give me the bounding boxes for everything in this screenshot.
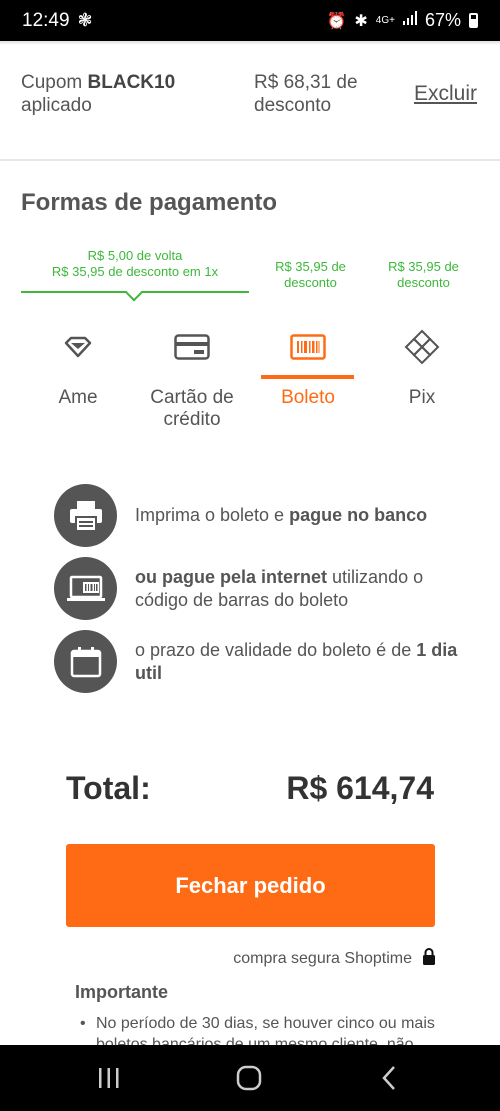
pix-icon — [366, 325, 478, 369]
alarm-icon: ⏰ — [326, 12, 347, 30]
place-order-button[interactable]: Fechar pedido — [66, 844, 435, 927]
info-text-plain: Imprima o boleto e — [135, 505, 290, 525]
credit-card-icon — [136, 325, 248, 369]
divider — [0, 41, 500, 45]
ame-promo: R$ 5,00 de volta R$ 35,95 de desconto em… — [21, 248, 249, 280]
info-row-internet: ou pague pela internet utilizando o códi… — [54, 557, 464, 620]
active-tab-indicator — [261, 375, 354, 379]
payment-methods-title: Formas de pagamento — [21, 189, 278, 216]
lock-icon — [422, 947, 436, 970]
pinwheel-icon: ❃ — [77, 10, 93, 30]
ame-cashback-text: R$ 5,00 de volta — [87, 248, 183, 263]
tab-label: Ame — [58, 387, 98, 408]
status-bar: 12:49 ❃ ⏰ ✱ 4G+ 67% — [0, 0, 500, 41]
laptop-barcode-icon — [54, 557, 117, 620]
calendar-icon — [54, 630, 117, 693]
recent-apps-icon — [99, 1068, 119, 1088]
important-title: Importante — [75, 982, 169, 1002]
coupon-discount: R$ 68,31 de desconto — [254, 72, 358, 116]
system-nav-bar — [0, 1045, 500, 1111]
coupon-section: Cupom BLACK10 aplicado R$ 68,31 de desco… — [0, 55, 500, 161]
info-text-plain: o prazo de validade do boleto é de — [135, 639, 417, 660]
coupon-prefix: Cupom — [21, 72, 83, 93]
info-row-validity: o prazo de validade do boleto é de 1 dia… — [54, 630, 464, 693]
tab-label: Pix — [408, 387, 436, 408]
secure-purchase-note: compra segura Shoptime — [233, 947, 436, 970]
tab-pix[interactable]: Pix — [366, 320, 478, 440]
coupon-code: BLACK10 — [87, 72, 176, 93]
back-icon — [382, 1066, 395, 1090]
secure-text: compra segura Shoptime — [233, 949, 412, 967]
ame-promo-caret — [125, 284, 143, 302]
home-button[interactable] — [209, 1045, 289, 1111]
tab-label: Cartão de crédito — [150, 387, 234, 430]
status-icons: ⏰ ✱ 4G+ 67% — [326, 10, 478, 31]
battery-percent: 67% — [424, 10, 461, 30]
info-text-bold: ou pague pela internet — [135, 566, 328, 587]
home-icon — [236, 1065, 262, 1091]
info-row-print: Imprima o boleto e pague no banco — [54, 484, 464, 547]
tab-ame[interactable]: Ame — [22, 320, 134, 440]
network-type: 4G+ — [375, 15, 395, 26]
total-label: Total: — [66, 770, 151, 806]
info-text-bold: pague no banco — [289, 505, 428, 525]
tab-boleto[interactable]: Boleto — [252, 320, 364, 440]
pix-promo: R$ 35,95 de desconto — [388, 259, 459, 290]
heart-diamond-icon — [22, 325, 134, 369]
clock: 12:49 — [22, 9, 70, 31]
total-value: R$ 614,74 — [286, 770, 434, 806]
boleto-promo: R$ 35,95 de desconto — [275, 259, 346, 290]
info-text: ou pague pela internet utilizando o códi… — [135, 566, 464, 612]
coupon-label: Cupom BLACK10 aplicado — [21, 71, 201, 117]
info-text: Imprima o boleto e pague no banco — [135, 504, 427, 527]
remove-coupon-link[interactable]: Excluir — [414, 82, 477, 106]
printer-icon — [54, 484, 117, 547]
barcode-icon — [252, 325, 364, 369]
tab-credit-card[interactable]: Cartão de crédito — [136, 320, 248, 440]
ame-discount-text: R$ 35,95 de desconto em 1x — [51, 264, 219, 279]
tab-label: Boleto — [281, 387, 335, 408]
recent-apps-button[interactable] — [69, 1045, 149, 1111]
battery-icon — [469, 13, 478, 28]
info-text: o prazo de validade do boleto é de 1 dia… — [135, 639, 464, 685]
back-button[interactable] — [349, 1045, 429, 1111]
coupon-suffix: aplicado — [21, 95, 92, 116]
bluetooth-icon: ✱ — [354, 12, 368, 30]
signal-icon — [402, 11, 417, 30]
